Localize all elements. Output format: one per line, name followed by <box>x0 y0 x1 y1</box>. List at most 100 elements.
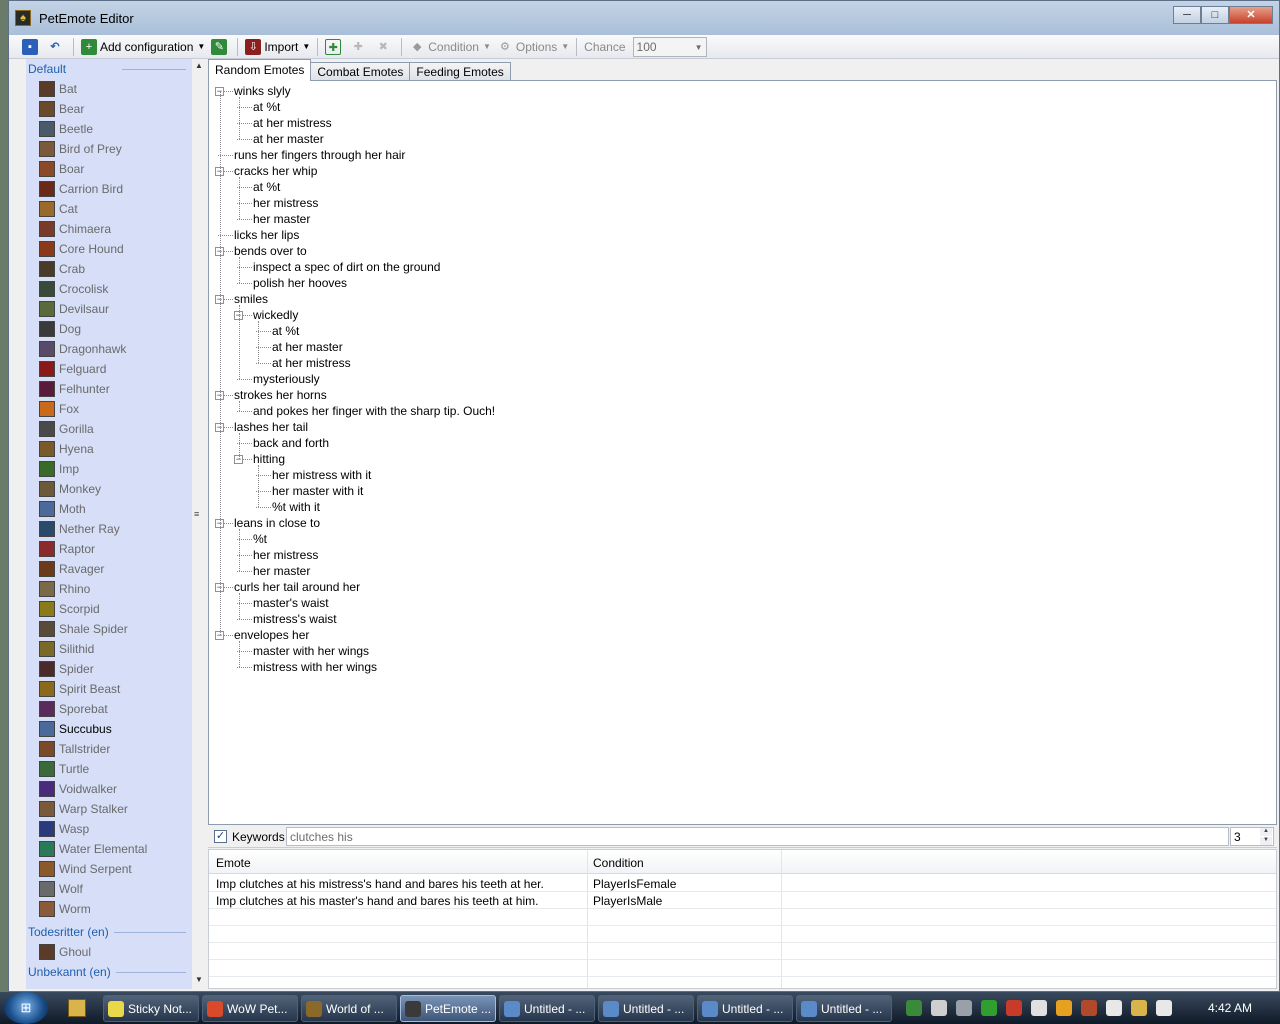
preview-count-stepper[interactable]: 3 ▲ ▼ <box>1230 827 1274 846</box>
sidebar-item-wolf[interactable]: Wolf <box>26 879 192 899</box>
sidebar-item-dragonhawk[interactable]: Dragonhawk <box>26 339 192 359</box>
sidebar-item-ghoul[interactable]: Ghoul <box>26 942 192 962</box>
tray-icon[interactable] <box>1106 1000 1122 1016</box>
sidebar-item-dog[interactable]: Dog <box>26 319 192 339</box>
edit-configuration-button[interactable]: ✎ <box>208 36 233 58</box>
sidebar-item-ravager[interactable]: Ravager <box>26 559 192 579</box>
tree-node[interactable]: her mistress <box>253 195 318 211</box>
tree-node[interactable]: cracks her whip <box>234 163 317 179</box>
sidebar-item-crab[interactable]: Crab <box>26 259 192 279</box>
remove-emote-button[interactable]: ✖ <box>372 36 397 58</box>
tree-node[interactable]: at her mistress <box>253 115 332 131</box>
sidebar-item-water-elemental[interactable]: Water Elemental <box>26 839 192 859</box>
taskbar-item[interactable]: PetEmote ... <box>400 995 496 1022</box>
table-row[interactable]: Imp clutches at his mistress's hand and … <box>209 875 1276 892</box>
tree-node[interactable]: licks her lips <box>234 227 299 243</box>
sidebar-item-crocolisk[interactable]: Crocolisk <box>26 279 192 299</box>
tree-node[interactable]: wickedly <box>253 307 298 323</box>
title-bar[interactable]: ♠ PetEmote Editor ─ □ ✕ <box>9 1 1279 35</box>
tray-icon[interactable] <box>1031 1000 1047 1016</box>
scroll-down-arrow-icon[interactable]: ▼ <box>195 975 203 984</box>
keywords-checkbox[interactable]: ✓ <box>214 830 227 843</box>
sidebar-item-voidwalker[interactable]: Voidwalker <box>26 779 192 799</box>
tab-feeding-emotes[interactable]: Feeding Emotes <box>409 62 511 81</box>
tree-node[interactable]: master's waist <box>253 595 329 611</box>
sidebar-item-bear[interactable]: Bear <box>26 99 192 119</box>
tab-random-emotes[interactable]: Random Emotes <box>208 59 312 81</box>
close-button[interactable]: ✕ <box>1229 6 1273 24</box>
sidebar-item-spirit-beast[interactable]: Spirit Beast <box>26 679 192 699</box>
clock[interactable]: 4:42 AM <box>1208 1001 1252 1015</box>
tree-node[interactable]: and pokes her finger with the sharp tip.… <box>253 403 495 419</box>
sidebar-item-moth[interactable]: Moth <box>26 499 192 519</box>
taskbar-item[interactable]: Sticky Not... <box>103 995 199 1022</box>
add-child-emote-button[interactable]: ✚ <box>347 36 372 58</box>
sidebar-item-devilsaur[interactable]: Devilsaur <box>26 299 192 319</box>
sidebar-item-succubus[interactable]: Succubus <box>26 719 192 739</box>
tray-icon[interactable] <box>1006 1000 1022 1016</box>
taskbar-item[interactable]: Untitled - ... <box>796 995 892 1022</box>
tree-node[interactable]: her master <box>253 563 310 579</box>
stepper-up-icon[interactable]: ▲ <box>1260 828 1272 836</box>
sidebar-item-turtle[interactable]: Turtle <box>26 759 192 779</box>
tab-combat-emotes[interactable]: Combat Emotes <box>310 62 411 81</box>
sidebar-item-tallstrider[interactable]: Tallstrider <box>26 739 192 759</box>
tree-node[interactable]: back and forth <box>253 435 329 451</box>
tray-icon[interactable] <box>1156 1000 1172 1016</box>
tray-icon[interactable] <box>1081 1000 1097 1016</box>
sidebar-item-silithid[interactable]: Silithid <box>26 639 192 659</box>
sidebar-item-spider[interactable]: Spider <box>26 659 192 679</box>
tray-icon[interactable] <box>981 1000 997 1016</box>
sidebar-item-cat[interactable]: Cat <box>26 199 192 219</box>
tree-node[interactable]: mistress's waist <box>253 611 337 627</box>
tray-icon[interactable] <box>931 1000 947 1016</box>
sidebar-item-nether-ray[interactable]: Nether Ray <box>26 519 192 539</box>
tray-icon[interactable] <box>956 1000 972 1016</box>
sidebar-item-wind-serpent[interactable]: Wind Serpent <box>26 859 192 879</box>
table-row[interactable]: Imp clutches at his master's hand and ba… <box>209 892 1276 909</box>
keywords-input[interactable]: clutches his <box>286 827 1229 846</box>
tree-node[interactable]: her mistress <box>253 547 318 563</box>
tree-node[interactable]: at %t <box>253 179 280 195</box>
tree-node[interactable]: winks slyly <box>234 83 291 99</box>
sidebar-item-worm[interactable]: Worm <box>26 899 192 919</box>
sidebar-item-shale-spider[interactable]: Shale Spider <box>26 619 192 639</box>
start-button[interactable]: ⊞ <box>4 992 48 1024</box>
sidebar-item-warp-stalker[interactable]: Warp Stalker <box>26 799 192 819</box>
tree-node[interactable]: bends over to <box>234 243 307 259</box>
tree-node[interactable]: leans in close to <box>234 515 320 531</box>
tree-node[interactable]: at %t <box>272 323 299 339</box>
sidebar-item-gorilla[interactable]: Gorilla <box>26 419 192 439</box>
sidebar-item-imp[interactable]: Imp <box>26 459 192 479</box>
sidebar-item-fox[interactable]: Fox <box>26 399 192 419</box>
sidebar-item-core-hound[interactable]: Core Hound <box>26 239 192 259</box>
sidebar-item-hyena[interactable]: Hyena <box>26 439 192 459</box>
sidebar-item-bat[interactable]: Bat <box>26 79 192 99</box>
sidebar-item-boar[interactable]: Boar <box>26 159 192 179</box>
tree-node[interactable]: runs her fingers through her hair <box>234 147 405 163</box>
sidebar-item-rhino[interactable]: Rhino <box>26 579 192 599</box>
sidebar-item-carrion-bird[interactable]: Carrion Bird <box>26 179 192 199</box>
folder-icon[interactable] <box>68 999 86 1017</box>
stepper-down-icon[interactable]: ▼ <box>1260 837 1272 845</box>
tree-node[interactable]: %t <box>253 531 267 547</box>
options-button[interactable]: ⚙ Options ▼ <box>494 36 572 58</box>
scroll-up-arrow-icon[interactable]: ▲ <box>195 61 203 70</box>
sidebar-group-header[interactable]: Todesritter (en) <box>26 922 192 942</box>
column-header-condition[interactable]: Condition <box>593 856 644 870</box>
sidebar-item-beetle[interactable]: Beetle <box>26 119 192 139</box>
tree-node[interactable]: her master with it <box>272 483 363 499</box>
taskbar-item[interactable]: World of ... <box>301 995 397 1022</box>
tree-node[interactable]: %t with it <box>272 499 320 515</box>
tree-node[interactable]: her mistress with it <box>272 467 371 483</box>
tree-node[interactable]: at %t <box>253 99 280 115</box>
save-button[interactable]: ▪ <box>19 36 44 58</box>
column-header-emote[interactable]: Emote <box>216 856 251 870</box>
taskbar-item[interactable]: Untitled - ... <box>598 995 694 1022</box>
tray-icon[interactable] <box>1131 1000 1147 1016</box>
tree-node[interactable]: mysteriously <box>253 371 320 387</box>
sidebar-item-sporebat[interactable]: Sporebat <box>26 699 192 719</box>
chance-combobox[interactable]: 100 ▼ <box>632 36 707 57</box>
tree-node[interactable]: at her master <box>253 131 324 147</box>
sidebar-item-monkey[interactable]: Monkey <box>26 479 192 499</box>
